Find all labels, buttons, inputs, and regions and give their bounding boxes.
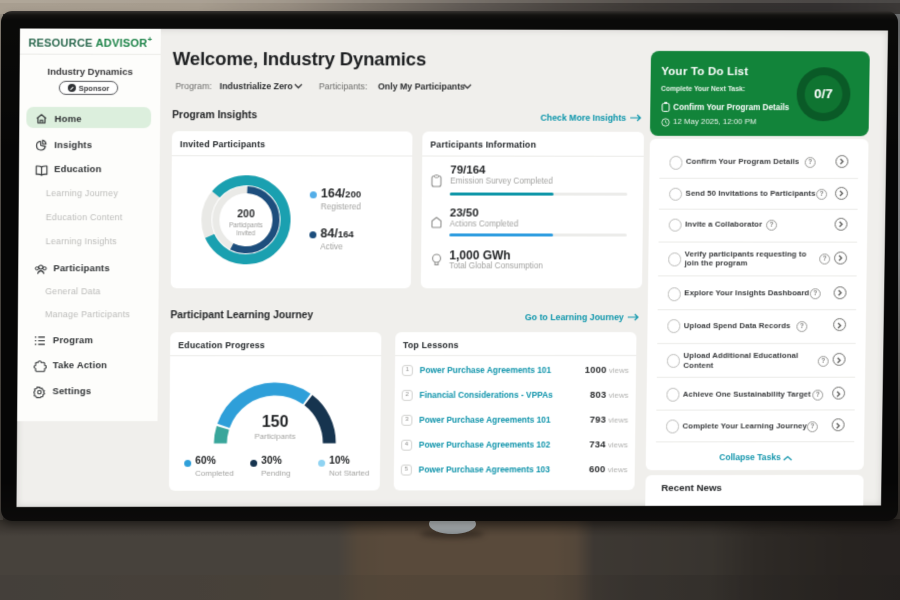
svg-text:200: 200 [237, 209, 255, 221]
svg-text:Invited: Invited [236, 231, 255, 238]
svg-text:Participants: Participants [229, 223, 263, 230]
